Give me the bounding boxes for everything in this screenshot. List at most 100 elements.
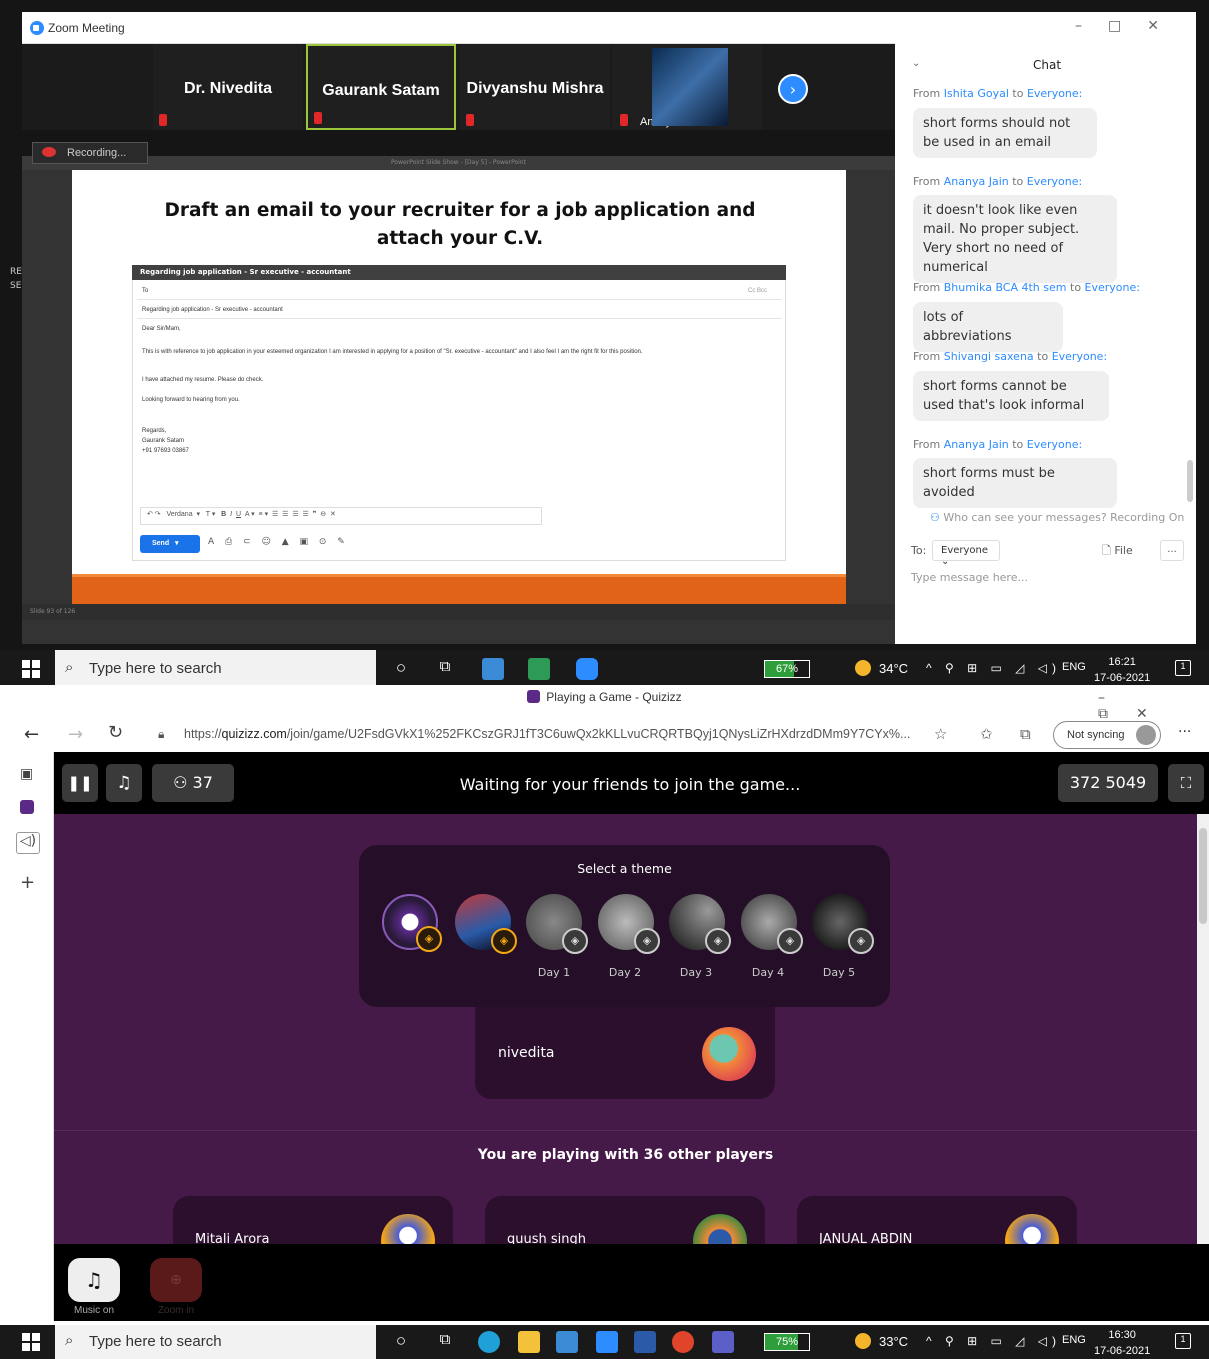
- chat-recipient-select[interactable]: Everyone ⌄: [932, 540, 1000, 567]
- email-cc-label: Cc Bcc: [748, 288, 768, 294]
- tab-actions-icon[interactable]: ▣: [20, 766, 33, 782]
- theme-day-label: Day 2: [608, 966, 642, 979]
- email-signature: +91 97693 03867: [142, 448, 189, 454]
- email-subject: Regarding job application - Sr executive…: [142, 307, 283, 313]
- speaker-icon[interactable]: ◁): [16, 832, 40, 854]
- task-view-icon[interactable]: ⧉: [434, 1331, 456, 1353]
- theme-option-default[interactable]: ◈: [382, 894, 442, 952]
- theme-option-day3[interactable]: ◈: [669, 894, 731, 954]
- language-indicator[interactable]: ENG: [1062, 661, 1086, 673]
- theme-option-space[interactable]: ◈: [455, 894, 517, 954]
- taskbar-clock[interactable]: 16:21 17-06-2021: [1094, 654, 1150, 686]
- email-format-toolbar: ↶ ↷ Verdana ▾ T ▾ B I U A ▾ ≡ ▾ ☰ ☰ ☰ ☰ …: [140, 507, 542, 525]
- notification-icon[interactable]: 1: [1175, 660, 1191, 676]
- windows-start-icon[interactable]: [22, 660, 40, 678]
- theme-selector-label: Select a theme: [577, 861, 672, 876]
- participant-tile-active[interactable]: Gaurank Satam: [306, 44, 456, 130]
- task-view-icon[interactable]: ⧉: [434, 658, 456, 680]
- fullscreen-icon[interactable]: ⛶: [1168, 764, 1204, 802]
- store-app-icon[interactable]: [556, 1331, 578, 1353]
- battery-indicator[interactable]: 67%: [764, 660, 810, 678]
- language-indicator[interactable]: ENG: [1062, 1334, 1086, 1346]
- zoom-in-button[interactable]: ⊕: [150, 1258, 202, 1302]
- word-app-icon[interactable]: [634, 1331, 656, 1353]
- chevron-down-icon[interactable]: ⌄: [912, 58, 920, 69]
- windows-start-icon[interactable]: [22, 1333, 40, 1351]
- chat-title: Chat: [1033, 58, 1062, 72]
- notification-icon[interactable]: 1: [1175, 1333, 1191, 1349]
- weather-widget[interactable]: 33°C: [855, 1333, 908, 1349]
- theme-option-day2[interactable]: ◈: [598, 894, 660, 954]
- system-tray-icons[interactable]: ^ ⚲ ⊞ ▭ ◿ ◁): [926, 1334, 1061, 1348]
- quizizz-tab-icon[interactable]: [20, 800, 34, 814]
- collections-icon[interactable]: ⧉: [1020, 725, 1031, 743]
- email-signature: Gaurank Satam: [142, 438, 185, 444]
- page-scrollbar-thumb[interactable]: [1199, 828, 1207, 924]
- browser-vertical-tabs: ▣ ◁) +: [0, 752, 54, 1321]
- email-divider: [137, 318, 782, 319]
- participant-tile[interactable]: Divyanshu Mishra: [460, 44, 610, 130]
- background-window-edge: RE SE: [10, 267, 22, 291]
- more-menu-icon[interactable]: ···: [1178, 724, 1191, 740]
- zoom-window-title: Zoom Meeting: [48, 20, 125, 35]
- theme-option-day5[interactable]: ◈: [812, 894, 874, 954]
- participant-name: Gaurank Satam: [322, 82, 440, 99]
- forward-arrow-icon[interactable]: →: [68, 724, 83, 745]
- player-avatar[interactable]: [702, 1027, 756, 1081]
- favorites-icon[interactable]: ✩: [980, 725, 993, 743]
- own-player-name: nivedita: [498, 1045, 555, 1061]
- new-tab-plus-icon[interactable]: +: [20, 872, 35, 893]
- music-toggle-button[interactable]: ♫: [68, 1258, 120, 1302]
- who-can-see-link[interactable]: ⚇ Who can see your messages? Recording O…: [930, 511, 1184, 524]
- system-tray-icons[interactable]: ^ ⚲ ⊞ ▭ ◿ ◁): [926, 661, 1061, 675]
- font-name: Verdana: [166, 511, 193, 518]
- chat-more-button[interactable]: ...: [1160, 540, 1184, 561]
- chat-scrollbar[interactable]: [1187, 460, 1193, 502]
- playing-with-text: You are playing with 36 other players: [477, 1147, 774, 1163]
- photos-app-icon[interactable]: [482, 658, 504, 680]
- email-send-button: Send ▾: [140, 535, 200, 553]
- player-count-badge[interactable]: ⚇ 37: [152, 764, 234, 802]
- file-explorer-icon[interactable]: [518, 1331, 540, 1353]
- taskbar-clock[interactable]: 16:30 17-06-2021: [1094, 1327, 1150, 1359]
- lock-icon[interactable]: 🔒︎: [158, 727, 164, 742]
- back-arrow-icon[interactable]: ←: [24, 724, 39, 745]
- theme-option-day4[interactable]: ◈: [741, 894, 803, 954]
- theme-day-label: Day 4: [751, 966, 785, 979]
- battery-indicator[interactable]: 75%: [764, 1333, 810, 1351]
- zoom-in-label: Zoom in: [157, 1305, 195, 1316]
- chat-message-bubble: lots of abbreviations: [913, 302, 1063, 352]
- search-icon: ⌕: [65, 1332, 74, 1349]
- game-code[interactable]: 372 5049: [1058, 764, 1158, 802]
- chat-to-label: To:: [911, 544, 927, 557]
- next-participants-arrow-icon[interactable]: ›: [778, 74, 808, 104]
- chat-file-button[interactable]: 🗋 File: [1102, 542, 1133, 561]
- taskbar-search-box[interactable]: ⌕ Type here to search: [55, 650, 376, 688]
- chrome-app-icon[interactable]: [672, 1331, 694, 1353]
- mail-app-icon[interactable]: [596, 1331, 618, 1353]
- music-toggle-label: Music on: [73, 1305, 114, 1316]
- windows-taskbar: ⌕ Type here to search ○ ⧉ 67% 34°C ^ ⚲ ⊞ …: [0, 650, 1209, 688]
- mic-muted-icon: [314, 112, 322, 124]
- profile-avatar[interactable]: [1136, 725, 1156, 745]
- participant-tile[interactable]: Dr. Nivedita: [153, 44, 303, 130]
- edge-app-icon[interactable]: [478, 1331, 500, 1353]
- reload-icon[interactable]: ↻: [108, 722, 123, 743]
- weather-widget[interactable]: 34°C: [855, 660, 908, 676]
- window-controls[interactable]: –□✕: [1075, 18, 1185, 34]
- music-icon[interactable]: ♫: [106, 764, 142, 802]
- taskbar-search-box[interactable]: ⌕ Type here to search: [55, 1325, 376, 1359]
- address-bar[interactable]: https://quizizz.com/join/game/U2FsdGVkX1…: [148, 720, 958, 750]
- teams-app-icon[interactable]: [712, 1331, 734, 1353]
- browser-tab-title[interactable]: Playing a Game - Quizizz: [0, 690, 1209, 704]
- zoom-app-icon[interactable]: [576, 658, 598, 680]
- slide-heading: Draft an email to your recruiter for a j…: [164, 200, 756, 249]
- pause-icon[interactable]: ❚❚: [62, 764, 98, 802]
- chat-message-input[interactable]: Type message here...: [911, 571, 1028, 584]
- browser-window-controls[interactable]: –⧉✕: [1098, 690, 1209, 722]
- cortana-icon[interactable]: ○: [390, 658, 412, 680]
- add-favorite-icon[interactable]: ☆: [934, 725, 947, 743]
- excel-app-icon[interactable]: [528, 658, 550, 680]
- theme-option-day1[interactable]: ◈: [526, 894, 588, 954]
- cortana-icon[interactable]: ○: [390, 1331, 412, 1353]
